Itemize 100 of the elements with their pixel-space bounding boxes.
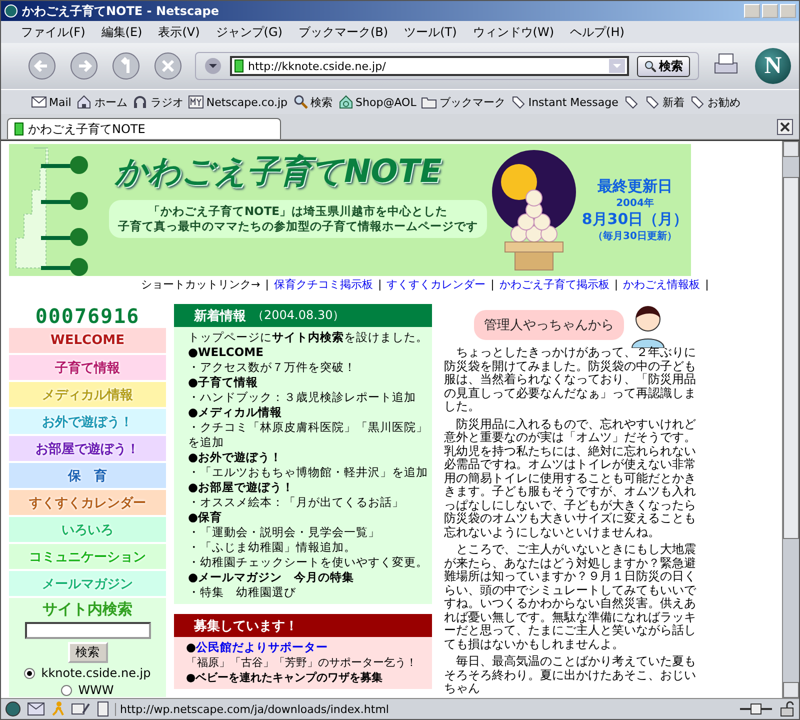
bullet: ● — [186, 640, 196, 655]
page-icon — [14, 122, 24, 136]
news-heading: ●メールマガジン 今月の特集 — [188, 570, 356, 585]
profile-box-icon — [188, 94, 204, 110]
mail-icon[interactable] — [27, 702, 45, 716]
shortcut-link[interactable]: すくすくカレンダー — [386, 276, 486, 292]
news-item: ・幼稚園チェックシートを使いやすく変更。 — [188, 555, 428, 570]
toolbar-link[interactable]: Instant Message — [510, 94, 618, 110]
search-button[interactable]: 検索 — [637, 56, 690, 76]
toolbar-link[interactable]: ラジオ — [132, 94, 184, 110]
toolbar-link[interactable]: ホーム — [76, 94, 128, 110]
visit-counter: 00076916 — [34, 304, 141, 326]
recruit-header: 募集しています！ — [174, 614, 432, 637]
message-paragraph: ところで、ご主人がいないときにもし大地震が来たら、あなたはどう対処しますか？緊急避難場所は知っていますか？９月１日防災の日くらい、頭の中でシミュレートしてみてもいいですね。いつくるかわからない自然災害。供えあれば憂い無しです。無駄な準備になればラッキーだと思って、たまにご主人と笑いながら話しても損はないかもしれませんよ。 — [444, 543, 698, 651]
site-title: かわごえ子育てNOTE — [114, 151, 443, 192]
news-title: 新着情報 — [194, 308, 246, 324]
updated-date: 8月30日（月） — [582, 210, 688, 229]
nav-menu-item[interactable]: お部屋で遊ぼう！ — [9, 436, 166, 461]
search-field[interactable] — [24, 622, 150, 639]
nav-menu-item[interactable]: WELCOME — [9, 328, 166, 353]
search-icon — [292, 94, 309, 110]
composer-icon[interactable] — [71, 701, 91, 717]
toolbar-link[interactable]: ブックマーク — [421, 94, 506, 110]
forward-button[interactable] — [69, 51, 99, 81]
separator: | — [378, 278, 382, 290]
message-paragraph: ちょっとしたきっかけがあって、２年ぶりに防災袋を開けてみました。防災袋の中の子ども服は、当然着られなくなっており、「防災用品の見直しって必要なんだなぁ」って再認識しました。 — [444, 346, 697, 414]
scrollbar[interactable] — [782, 141, 799, 698]
close-tab-icon[interactable] — [777, 119, 793, 135]
separator: | — [490, 278, 494, 290]
stop-button[interactable] — [153, 51, 183, 81]
mail-icon — [31, 94, 47, 110]
bookmark-tag-icon — [510, 94, 526, 110]
search-button[interactable]: 検索 — [68, 642, 108, 663]
address-book-icon[interactable] — [97, 701, 109, 717]
news-heading: ●子育て情報 — [188, 375, 260, 390]
bookmark-tag-icon[interactable] — [623, 94, 640, 110]
status-text: http://wp.netscape.com/ja/downloads/index.html — [115, 702, 733, 716]
headphones-icon — [132, 94, 148, 110]
recruit-link[interactable]: 公民館だよりサポーター — [196, 640, 328, 655]
news-heading: ●お部屋で遊ぼう！ — [188, 480, 296, 495]
message-paragraph: 防災用品に入れるもので、忘れやすいけれど意外と重要なのが実は「オムツ」だそうです。乳幼児を持つ私たちには、絶対に忘れられない必需品ですね。オムツはトイレが使えない非常用の簡易トイレに使用することも可能だとかききます。子ども服もそうですが、オムツも入れっぱなしにしないで、子どもが大きくなったら防災袋のオムツも大きいサイズに変えることも忘れないようにしないといけませんね。 — [444, 418, 697, 539]
address-bar[interactable]: http://kknote.cside.ne.jp/ — [230, 56, 629, 76]
toolbar-link[interactable]: 検索 — [292, 94, 333, 110]
search-scope-radio[interactable]: kknote.cside.ne.jp — [24, 666, 151, 680]
news-item: ・ハンドブック：３歳児検診レポート追加 — [188, 390, 417, 405]
logo-throbber[interactable]: N — [755, 48, 791, 84]
toolbar-link[interactable]: Netscape.co.jp — [188, 94, 288, 110]
bookmark-tag-icon — [689, 94, 706, 110]
bookmark-tag-icon — [644, 94, 660, 110]
news-heading: ●保育 — [188, 510, 224, 525]
toolbar-link[interactable]: Mail — [31, 94, 72, 110]
reload-button[interactable] — [111, 51, 141, 81]
updated-label: 最終更新日 — [598, 177, 672, 196]
shortcut-link[interactable]: かわごえ情報板 — [623, 276, 700, 292]
menu-item[interactable]: ファイル(F) — [21, 24, 86, 40]
menu-item[interactable]: ブックマーク(B) — [298, 24, 388, 40]
padlock-icon[interactable] — [779, 701, 795, 717]
news-item: ・「エルツおもちゃ博物館・軽井沢」を追加 — [188, 465, 428, 480]
toolbar-link[interactable]: 新着 — [644, 94, 684, 110]
separator: | — [705, 278, 709, 290]
browser-icon[interactable] — [5, 701, 21, 717]
browser-tab[interactable]: かわごえ子育てNOTE — [7, 118, 281, 139]
message-paragraph: 毎日、最高気温のことばかり考えていた夏もそろそろ終わり。夏に出かけたあそこ、おじいちゃん — [444, 655, 697, 696]
shortcut-link[interactable]: かわごえ子育て掲示板 — [499, 276, 610, 292]
toolbar-link[interactable]: Shop@AOL — [338, 94, 416, 110]
menu-item[interactable]: ウィンドウ(W) — [472, 24, 554, 40]
app-icon — [4, 4, 18, 18]
news-item: ・特集 幼稚園選び — [188, 585, 297, 600]
news-item: ・オススメ絵本：「月が出てくるお話」 — [188, 495, 405, 510]
intro-box: 「かわごえ子育てNOTE」は埼玉県川越市を中心とした 子育て真っ最中のママたちの参加型の子育て情報ホームページです — [109, 200, 487, 238]
menu-item[interactable]: ヘルプ(H) — [570, 24, 624, 40]
news-item: ・「運動会・説明会・見学会一覧」 — [188, 525, 381, 540]
back-button[interactable] — [27, 51, 57, 81]
menu-item[interactable]: ジャンプ(G) — [216, 24, 282, 40]
news-item: ・クチコミ「林原皮膚科医院」「黒川医院」を追加 — [188, 420, 428, 450]
menu-item[interactable]: 表示(V) — [158, 24, 200, 40]
separator: | — [265, 278, 269, 290]
search-heading: サイト内検索 — [42, 600, 132, 619]
news-heading: ●WELCOME — [188, 345, 264, 360]
search-scope-radio[interactable]: WWW — [61, 683, 114, 697]
update-note: （毎月30日更新） — [593, 229, 677, 243]
separator: | — [614, 278, 618, 290]
updated-year: 2004年 — [616, 196, 654, 210]
toolbar-link[interactable]: お勧め — [689, 94, 740, 110]
nav-menu-item[interactable]: 保 育 — [9, 463, 166, 488]
search-icon — [644, 60, 656, 72]
news-date: （2004.08.30） — [252, 307, 345, 324]
news-heading: ●メディカル情報 — [188, 405, 284, 420]
window-title: かわごえ子育てNOTE - Netscape — [22, 2, 220, 20]
news-text: トップページにサイト内検索を設けました。 — [188, 330, 428, 345]
nav-menu-item[interactable]: 子育て情報 — [9, 355, 166, 380]
shortcut-label: ショートカットリンク→ — [141, 276, 260, 292]
news-heading: ●お外で遊ぼう！ — [188, 450, 284, 465]
speech-bubble: 管理人やっちゃんから — [474, 310, 624, 340]
menu-item[interactable]: 編集(E) — [101, 24, 142, 40]
news-item: 「福原」「古谷」「芳野」のサポーター乞う！ — [186, 655, 418, 670]
dropdown-icon[interactable] — [204, 57, 222, 75]
shortcut-link[interactable]: 保育クチコミ掲示板 — [274, 276, 373, 292]
nav-menu-item[interactable]: すくすくカレンダー — [9, 490, 166, 515]
menu-item[interactable]: ツール(T) — [404, 24, 457, 40]
